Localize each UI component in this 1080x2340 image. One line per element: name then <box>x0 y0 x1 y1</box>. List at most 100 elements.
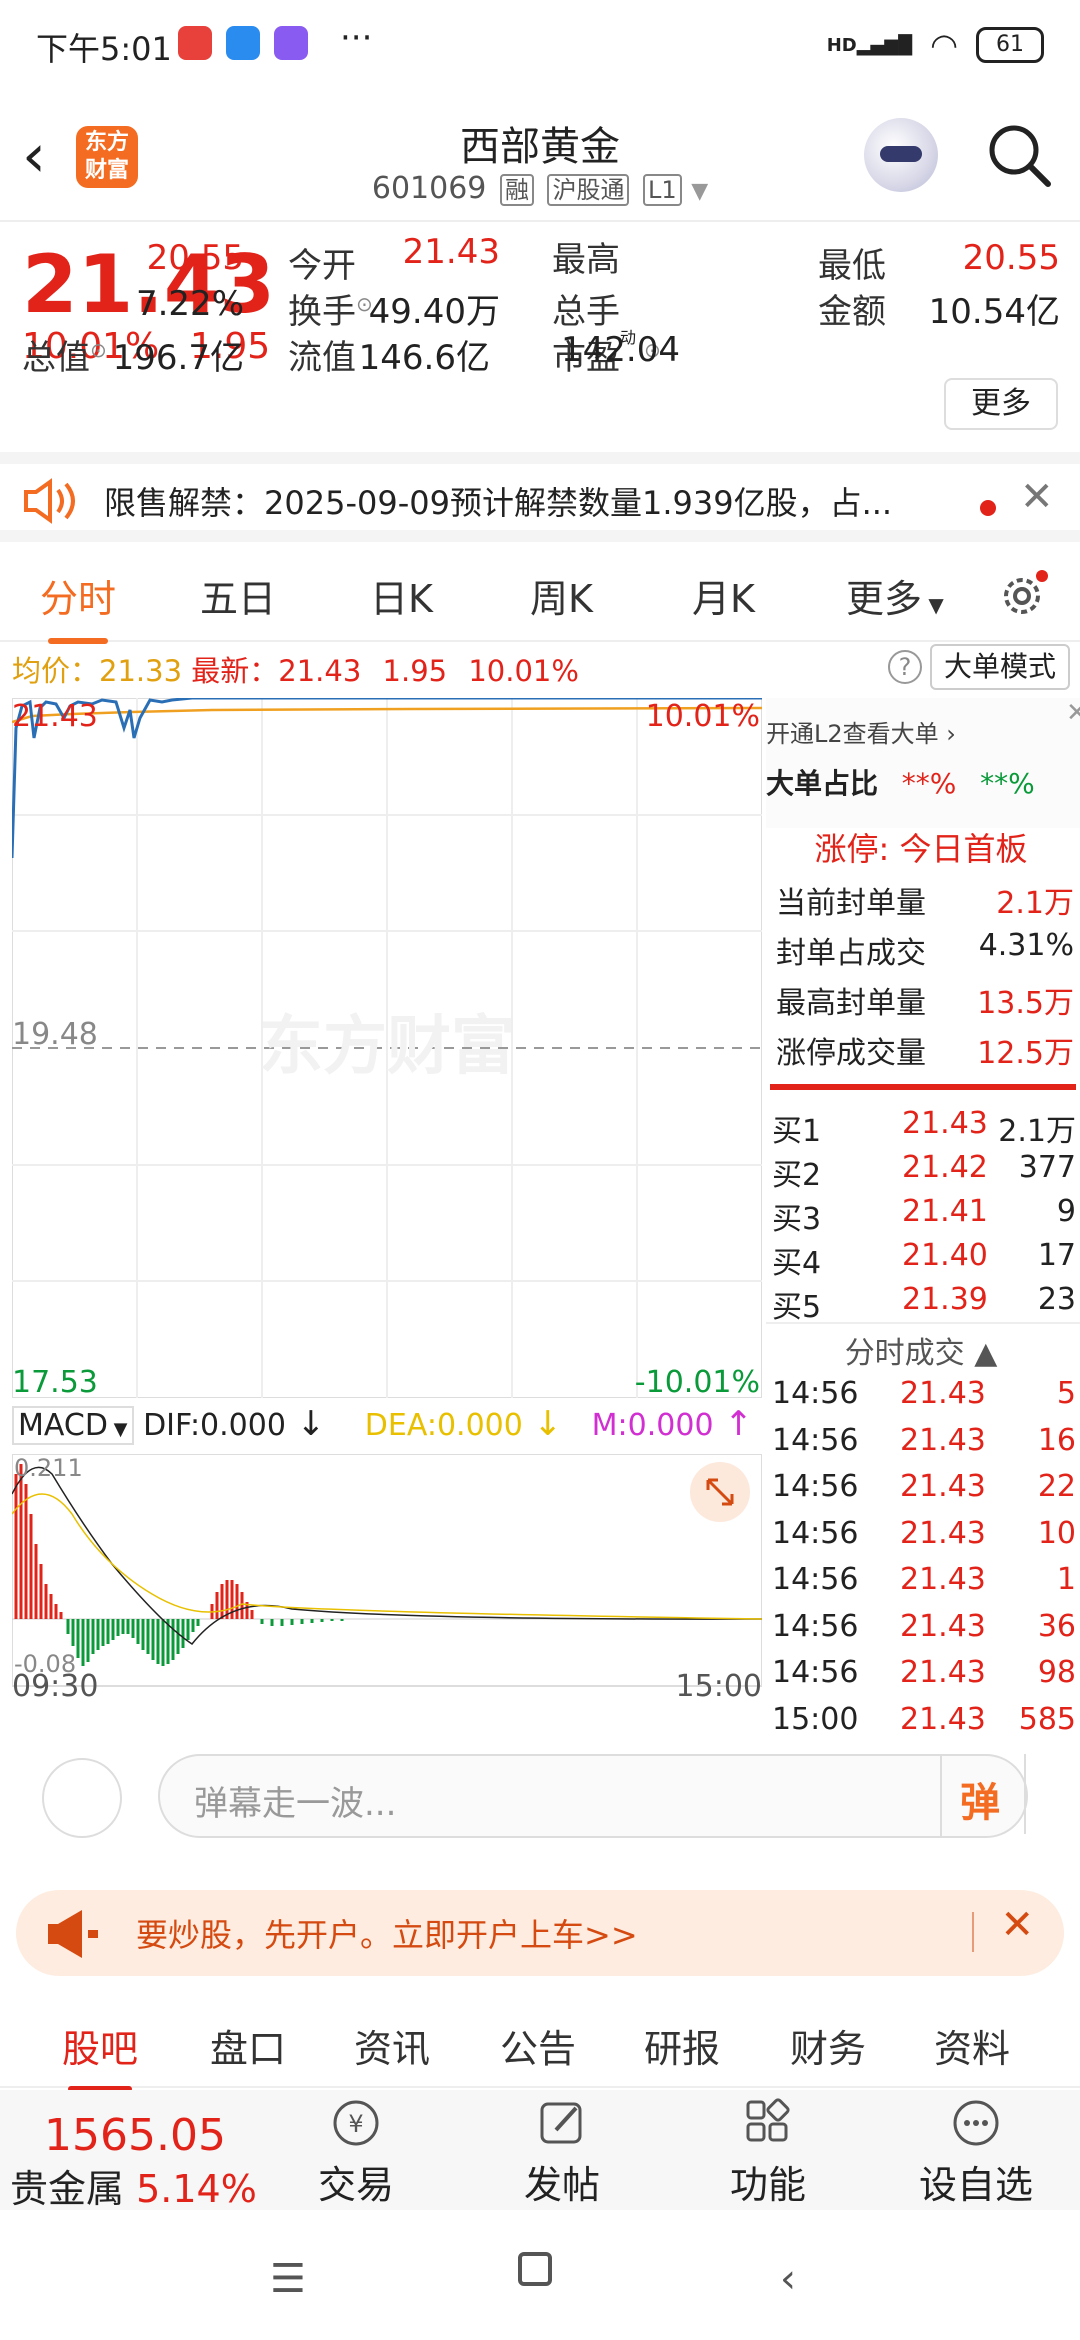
tab-daily-k[interactable]: 日K <box>370 568 433 623</box>
macd-dea: DEA:0.000 <box>364 1408 523 1443</box>
latest-price: 21.43 <box>278 654 362 688</box>
search-icon[interactable] <box>984 120 1054 190</box>
amount-label: 金额 <box>818 292 886 332</box>
latest-change: 1.95 <box>382 654 448 688</box>
gear-icon[interactable] <box>996 570 1048 622</box>
unlock-notice[interactable]: 限售解禁：2025-09-09预计解禁数量1.939亿股，占... ✕ <box>0 452 1080 542</box>
macd-m: M:0.000 <box>591 1408 714 1443</box>
top-pct-label: 10.01% <box>646 699 760 734</box>
tab-research[interactable]: 研报 <box>644 2018 720 2073</box>
bid-row[interactable]: 买1 21.43 2.1万 <box>772 1106 1076 1150</box>
trade-button[interactable]: ¥ 交易 <box>286 2098 426 2209</box>
l2-upgrade-link[interactable]: 开通L2查看大单 › <box>766 714 1076 749</box>
tick-price: 21.43 <box>900 1376 986 1411</box>
tick-row: 14:56 21.43 16 <box>772 1423 1076 1458</box>
close-icon[interactable]: ✕ <box>1066 698 1080 728</box>
bid-row[interactable]: 买2 21.42 377 <box>772 1150 1076 1194</box>
megaphone-icon <box>48 1910 98 1958</box>
tab-orderbook[interactable]: 盘口 <box>210 2018 286 2073</box>
back-nav-icon[interactable]: ‹ <box>780 2256 796 2302</box>
sector-name: 贵金属 <box>10 2167 125 2211</box>
seal-stat-row: 涨停成交量 12.5万 <box>776 1028 1074 1072</box>
status-time: 下午5:01 <box>36 30 172 68</box>
bottom-action-bar: 1565.05 贵金属 5.14% ¥ 交易 发帖 功能 设自选 <box>0 2090 1080 2211</box>
tick-time: 14:56 <box>772 1608 859 1644</box>
functions-button[interactable]: 功能 <box>698 2098 838 2209</box>
tab-monthly-k[interactable]: 月K <box>692 568 755 623</box>
end-time: 15:00 <box>676 1669 762 1698</box>
danmu-settings-icon[interactable] <box>42 1758 122 1838</box>
close-icon[interactable]: ✕ <box>1020 474 1054 520</box>
chevron-down-icon: ▼ <box>691 179 709 204</box>
status-bar: 下午5:01 ··· HD▂▄▆█ ◠ 61 <box>0 0 1080 90</box>
tick-volume: 5 <box>1056 1376 1076 1411</box>
macd-legend: MACD ▼ DIF:0.000 ↓ DEA:0.000 ↓ M:0.000 ↑ <box>12 1404 753 1445</box>
danmu-input[interactable]: 弹幕走一波... <box>158 1754 1028 1838</box>
post-button[interactable]: 发帖 <box>492 2098 632 2209</box>
avg-label: 均价： <box>12 654 100 688</box>
tick-time: 14:56 <box>772 1562 859 1597</box>
tab-weekly-k[interactable]: 周K <box>530 568 593 623</box>
latest-pct: 10.01% <box>468 654 579 688</box>
seal-stat-value: 12.5万 <box>977 1036 1074 1071</box>
market-cap-value: 196.7亿 <box>112 338 244 378</box>
bid-row[interactable]: 买5 21.39 23 <box>772 1282 1076 1326</box>
tab-finance[interactable]: 财务 <box>790 2018 866 2073</box>
system-nav-bar: ☰ ‹ <box>0 2212 1080 2340</box>
bid-volume: 17 <box>1037 1238 1076 1273</box>
tick-price: 21.43 <box>900 1422 986 1458</box>
tab-news[interactable]: 资讯 <box>354 2018 430 2073</box>
macd-max-label: 0.211 <box>14 1454 83 1482</box>
tick-price: 21.43 <box>900 1701 986 1737</box>
open-account-banner[interactable]: 要炒股，先开户。立即开户上车>> ✕ <box>16 1890 1064 1976</box>
tick-row: 14:56 21.43 36 <box>772 1609 1076 1644</box>
seal-stat-label: 当前封单量 <box>776 886 926 921</box>
intraday-chart[interactable]: 东方财富 21.43 10.01% 19.48 17.53 -10.01% <box>10 696 763 1400</box>
intraday-info: 均价：21.33 最新：21.43 1.95 10.01% <box>12 648 579 690</box>
danmu-send-button[interactable]: 弹 <box>940 1754 1026 1838</box>
menu-icon[interactable]: ☰ <box>270 2256 306 2302</box>
bid-level: 买1 <box>772 1114 822 1149</box>
tab-more[interactable]: 更多 ▼ <box>846 568 944 623</box>
bottom-price-label: 17.53 <box>12 1365 98 1398</box>
assistant-robot-icon[interactable] <box>864 118 938 192</box>
help-icon[interactable]: ? <box>888 650 922 684</box>
notice-text: 限售解禁：2025-09-09预计解禁数量1.939亿股，占... <box>104 484 893 522</box>
bid-level: 买5 <box>772 1290 822 1325</box>
svg-text:¥: ¥ <box>348 2110 363 2138</box>
video-app-icon <box>274 26 308 60</box>
tick-price: 21.43 <box>900 1469 986 1504</box>
volume-value: 49.40万 <box>368 292 500 332</box>
more-button[interactable]: 更多 <box>944 378 1058 430</box>
intraday-chart-svg: 东方财富 21.43 10.01% 19.48 17.53 -10.01% <box>10 696 763 1400</box>
start-time: 09:30 <box>12 1669 98 1698</box>
home-icon[interactable] <box>518 2252 552 2286</box>
tick-row: 14:56 21.43 5 <box>772 1376 1076 1411</box>
macd-panel: MACD ▼ DIF:0.000 ↓ DEA:0.000 ↓ M:0.000 ↑… <box>12 1398 762 1698</box>
low-value: 20.55 <box>962 238 1060 278</box>
tab-forum[interactable]: 股吧 <box>62 2018 138 2092</box>
top-price-label: 21.43 <box>12 699 98 734</box>
add-watchlist-button[interactable]: 设自选 <box>906 2098 1046 2209</box>
macd-selector[interactable]: MACD ▼ <box>12 1406 134 1445</box>
tab-announcements[interactable]: 公告 <box>500 2018 576 2073</box>
bid-volume: 2.1万 <box>998 1114 1076 1149</box>
tick-volume: 98 <box>1037 1655 1076 1690</box>
bid-row[interactable]: 买3 21.41 9 <box>772 1194 1076 1238</box>
battery-icon: 61 <box>976 27 1044 63</box>
tab-intraday[interactable]: 分时 <box>40 568 116 644</box>
bid-row[interactable]: 买4 21.40 17 <box>772 1238 1076 1282</box>
close-icon[interactable]: ✕ <box>1000 1902 1034 1948</box>
ticks-title[interactable]: 分时成交 ▲ <box>766 1328 1076 1372</box>
bottom-pct-label: -10.01% <box>635 1365 760 1398</box>
notification-icons <box>178 26 308 60</box>
seal-stat-label: 涨停成交量 <box>776 1036 926 1071</box>
tick-time: 14:56 <box>772 1376 859 1411</box>
tab-five-day[interactable]: 五日 <box>200 568 276 623</box>
connect-tag: 沪股通 <box>547 174 630 206</box>
news-app-icon <box>178 26 212 60</box>
tab-profile[interactable]: 资料 <box>934 2018 1010 2073</box>
big-order-mode-button[interactable]: 大单模式 <box>930 644 1070 690</box>
bid-price: 21.42 <box>902 1150 988 1185</box>
big-order-ratio: 大单占比 **% **% <box>766 767 1035 800</box>
